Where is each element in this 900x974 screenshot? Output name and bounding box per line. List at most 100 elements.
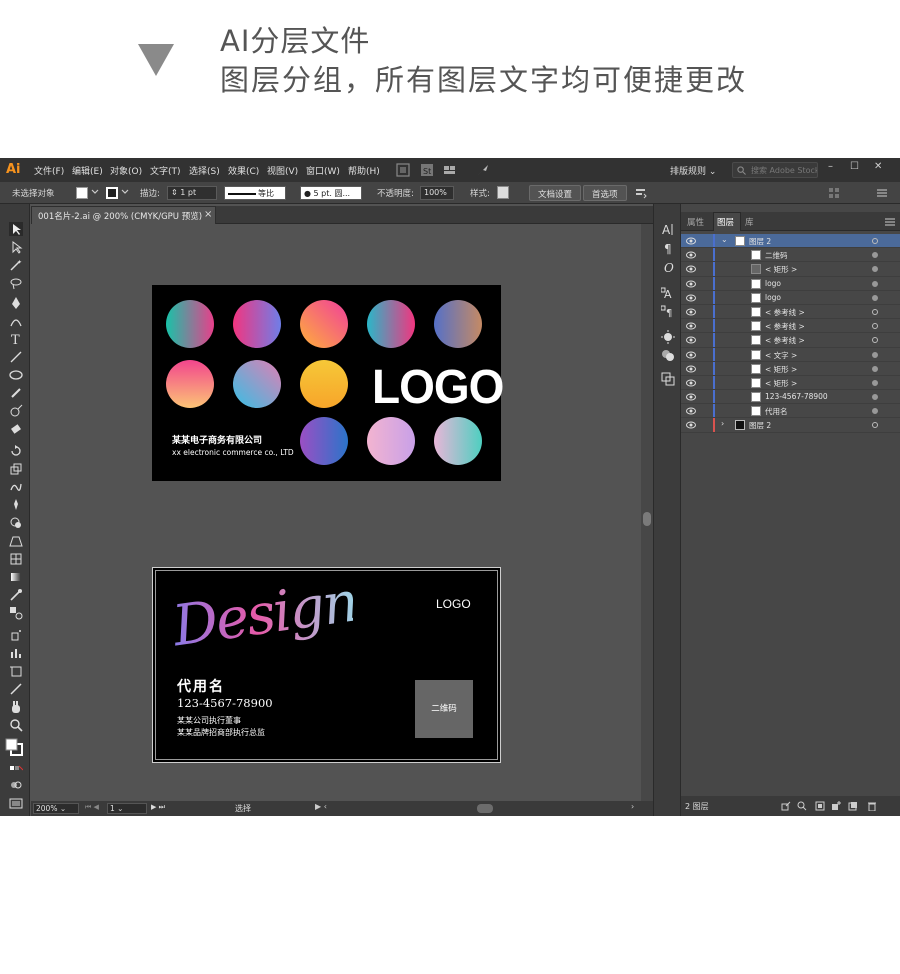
locate-object-icon[interactable] (797, 801, 807, 811)
back-logo-text[interactable]: LOGO (436, 597, 471, 611)
gradient-circle[interactable] (233, 300, 281, 348)
lasso-tool-icon[interactable] (9, 276, 23, 290)
layer-row[interactable]: < 参考线 > (681, 304, 900, 320)
panel-menu-icon[interactable] (885, 218, 895, 226)
eye-icon[interactable] (686, 265, 696, 273)
document-setup-button[interactable]: 文档设置 (529, 185, 582, 201)
layer-name[interactable]: < 矩形 > (765, 364, 797, 375)
new-sublayer-icon[interactable] (831, 801, 841, 811)
eye-icon[interactable] (686, 379, 696, 387)
target-circle-icon[interactable] (872, 394, 878, 401)
delete-layer-icon[interactable] (867, 801, 877, 811)
layer-row[interactable]: 二维码 (681, 248, 900, 263)
fill-stroke-swatches[interactable] (5, 738, 23, 756)
artboard-nav-next[interactable]: ▶ ⏭ (151, 803, 165, 812)
layer-name[interactable]: < 参考线 > (765, 335, 805, 346)
gradient-circle[interactable] (166, 300, 214, 348)
logo-text[interactable]: LOGO (372, 358, 504, 415)
eye-icon[interactable] (686, 308, 696, 316)
eye-icon[interactable] (686, 280, 696, 288)
layer-name[interactable]: logo (765, 293, 781, 302)
layer-name[interactable]: < 矩形 > (765, 264, 797, 275)
pathfinder-panel-icon[interactable] (661, 372, 675, 386)
target-circle-icon[interactable] (872, 323, 878, 330)
fill-swatch[interactable] (76, 187, 88, 199)
gradient-circle[interactable] (434, 417, 482, 465)
tab-layers[interactable]: 图层 (717, 216, 734, 228)
shaper-tool-icon[interactable] (9, 404, 23, 418)
target-circle-icon[interactable] (872, 351, 878, 358)
direct-selection-tool-icon[interactable] (9, 240, 23, 254)
symbol-sprayer-tool-icon[interactable] (9, 628, 23, 642)
workspace-switcher[interactable]: 排版规则 ⌄ (670, 164, 716, 177)
target-circle-icon[interactable] (872, 266, 878, 273)
artboard-card-back[interactable]: Design LOGO 代用名 123-4567-78900 某某公司执行董事 … (152, 567, 501, 763)
preferences-button[interactable]: 首选项 (583, 185, 627, 201)
status-menu-arrow[interactable]: ▶ ‹ (315, 802, 327, 811)
magic-wand-tool-icon[interactable]: ✦ (9, 258, 23, 272)
layer-row[interactable]: < 参考线 > (681, 319, 900, 334)
arrange-icon[interactable] (634, 186, 648, 200)
target-circle-icon[interactable] (872, 422, 878, 429)
character-panel-icon[interactable]: A (661, 222, 675, 236)
opentype-panel-icon[interactable]: O (661, 260, 675, 274)
layer-row[interactable]: < 参考线 > (681, 333, 900, 348)
close-tab-icon[interactable]: × (204, 209, 212, 220)
layer-row[interactable]: 123-4567-78900 (681, 390, 900, 405)
layer-name[interactable]: logo (765, 279, 781, 288)
scroll-thumb[interactable] (643, 512, 651, 526)
variable-width-profile[interactable]: 等比 (224, 186, 286, 200)
appearance-panel-icon[interactable] (661, 330, 675, 344)
company-name[interactable]: 某某电子商务有限公司 (172, 433, 262, 446)
menu-view[interactable]: 视图(V) (267, 164, 298, 177)
gpu-performance-icon[interactable] (476, 163, 490, 177)
tab-properties[interactable]: 属性 (687, 216, 704, 228)
design-script-text[interactable]: Design (167, 568, 353, 664)
eye-icon[interactable] (686, 393, 696, 401)
opacity-field[interactable]: 100% (420, 186, 454, 200)
puppet-warp-tool-icon[interactable] (9, 498, 23, 512)
gradient-circle[interactable] (367, 300, 415, 348)
layer-row[interactable]: < 矩形 > (681, 375, 900, 391)
transparency-panel-icon[interactable] (661, 348, 675, 362)
menu-effect[interactable]: 效果(C) (228, 164, 259, 177)
artboard-card-front[interactable]: LOGO 某某电子商务有限公司 xx electronic commerce c… (152, 285, 504, 481)
gradient-circle[interactable] (300, 300, 348, 348)
artboard-nav-first[interactable]: ⏮ ◀ (85, 803, 99, 812)
paragraph-styles-icon[interactable]: ¶ (661, 304, 675, 318)
phone-number[interactable]: 123-4567-78900 (177, 696, 273, 710)
perspective-grid-tool-icon[interactable] (9, 534, 23, 548)
job-title-1[interactable]: 某某公司执行董事 (177, 715, 241, 726)
stroke-swatch[interactable] (106, 187, 118, 199)
layer-row[interactable]: logo (681, 290, 900, 305)
eraser-tool-icon[interactable] (9, 422, 23, 436)
align-icon[interactable] (828, 187, 840, 199)
eye-icon[interactable] (686, 365, 696, 373)
blend-tool-icon[interactable] (9, 606, 23, 620)
layer-row-top[interactable]: ⌄ 图层 2 (681, 234, 900, 249)
gradient-circle[interactable] (300, 360, 348, 408)
eye-icon[interactable] (686, 351, 696, 359)
layer-name[interactable]: 图层 2 (749, 420, 771, 431)
eye-icon[interactable] (686, 294, 696, 302)
paintbrush-tool-icon[interactable] (9, 386, 23, 400)
eye-icon[interactable] (686, 407, 696, 415)
chevron-down-icon[interactable] (91, 188, 99, 196)
artboard-number[interactable]: 1 ⌄ (107, 803, 147, 814)
gradient-circle[interactable] (166, 360, 214, 408)
vertical-scrollbar[interactable] (641, 224, 653, 801)
menu-help[interactable]: 帮助(H) (348, 164, 380, 177)
layer-name[interactable]: < 矩形 > (765, 378, 797, 389)
menu-select[interactable]: 选择(S) (189, 164, 220, 177)
pen-tool-icon[interactable] (9, 296, 23, 310)
menu-object[interactable]: 对象(O) (110, 164, 142, 177)
selection-tool-icon[interactable] (9, 222, 23, 236)
target-circle-icon[interactable] (872, 308, 878, 315)
panel-menu-icon[interactable] (876, 187, 888, 199)
stroke-weight-field[interactable]: ⇕ 1 pt (167, 186, 217, 200)
draw-mode-icon[interactable] (9, 778, 23, 792)
layer-name[interactable]: < 参考线 > (765, 307, 805, 318)
clipping-mask-icon[interactable] (815, 801, 825, 811)
maximize-button[interactable]: ☐ (850, 161, 859, 172)
shape-builder-tool-icon[interactable] (9, 516, 23, 530)
